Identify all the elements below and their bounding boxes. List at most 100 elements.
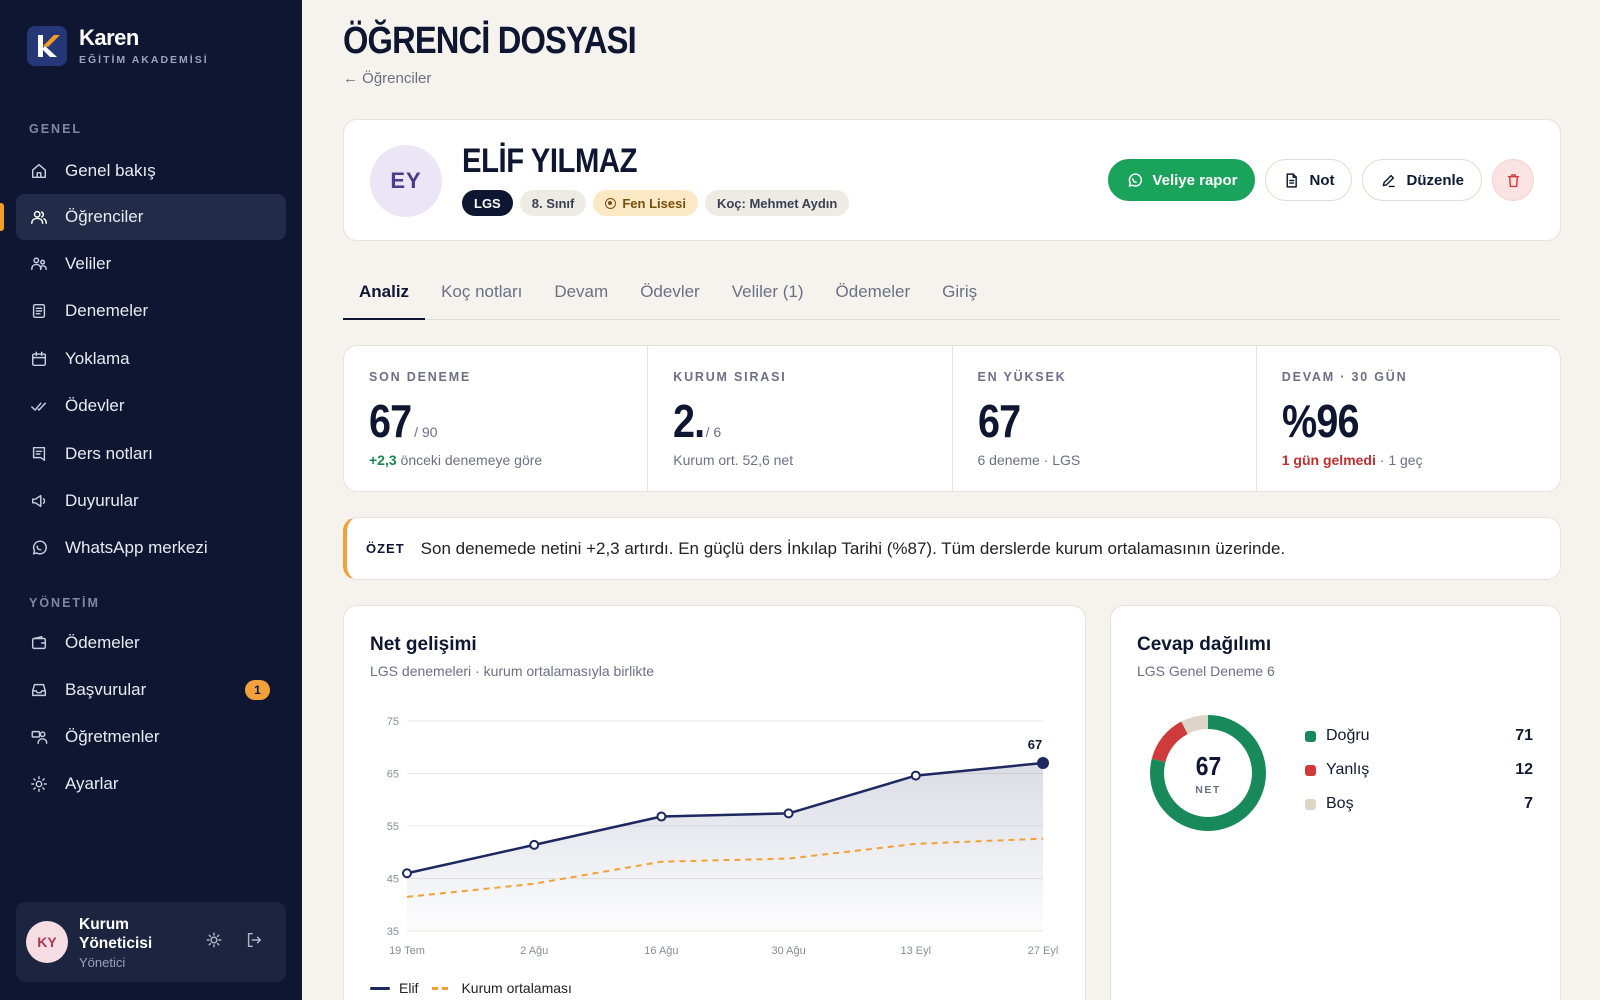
distribution-row: Doğru 71 xyxy=(1305,719,1533,753)
add-note-button[interactable]: Not xyxy=(1265,159,1353,201)
x-tick-label: 13 Eyl xyxy=(901,945,932,957)
sidebar-item-label: Veliler xyxy=(65,254,112,273)
student-point xyxy=(656,811,667,822)
legend-item-average: Kurum ortalaması xyxy=(432,980,572,996)
sidebar-item-announcements[interactable]: Duyurular xyxy=(16,478,286,524)
distribution-row: Yanlış 12 xyxy=(1305,753,1533,787)
sidebar-item-overview[interactable]: Genel bakış xyxy=(16,148,286,194)
sidebar-item-label: Ayarlar xyxy=(65,774,119,793)
sidebar-item-attendance[interactable]: Yoklama xyxy=(16,336,286,382)
stat-value: %96 xyxy=(1281,395,1359,447)
back-to-students-link[interactable]: ← Öğrenciler xyxy=(343,70,431,87)
latest-value-label: 67 xyxy=(1028,737,1042,752)
stat-unit: / 90 xyxy=(414,424,438,440)
theme-toggle-sun-icon[interactable] xyxy=(205,931,223,954)
student-area-fill xyxy=(407,763,1043,931)
student-point xyxy=(529,839,540,850)
tab-coach-notes[interactable]: Koç notları xyxy=(425,270,538,320)
tab-payments[interactable]: Ödemeler xyxy=(820,270,927,320)
sidebar-item-teachers[interactable]: Öğretmenler xyxy=(16,714,286,760)
chart-legend: Elif Kurum ortalaması xyxy=(370,980,572,996)
brand-name: Karen xyxy=(79,24,139,50)
stat-last-exam: SON DENEME 67/ 90 +2,3 önceki denemeye g… xyxy=(344,346,649,491)
sidebar-item-homework[interactable]: Ödevler xyxy=(16,383,286,429)
distribution-swatch xyxy=(1305,730,1316,742)
distribution-list: Doğru 71 Yanlış 12 Boş 7 xyxy=(1305,719,1533,821)
summary-banner: ÖZET Son denemede netini +2,3 artırdı. E… xyxy=(343,517,1561,580)
stat-note: 6 deneme · LGS xyxy=(977,452,1081,468)
coach-chip: Koç: Mehmet Aydın xyxy=(704,190,850,216)
edit-button[interactable]: Düzenle xyxy=(1362,159,1482,201)
tab-parents[interactable]: Veliler (1) xyxy=(716,270,820,320)
y-tick-label: 45 xyxy=(387,874,399,886)
distribution-name: Doğru xyxy=(1326,727,1370,744)
delete-button[interactable] xyxy=(1492,159,1534,201)
sidebar-item-payments[interactable]: Ödemeler xyxy=(16,620,286,666)
chart-subtitle: LGS denemeleri · kurum ortalamasıyla bir… xyxy=(370,663,654,679)
note-icon xyxy=(1287,172,1298,188)
teacher-icon xyxy=(29,727,49,747)
x-tick-label: 19 Tem xyxy=(389,945,425,957)
student-point xyxy=(910,770,921,781)
sidebar-item-label: Ders notları xyxy=(65,444,153,463)
legend-swatch-solid xyxy=(370,986,390,990)
y-tick-label: 75 xyxy=(387,716,399,728)
exam-chip: LGS xyxy=(462,190,513,216)
stat-rank: KURUM SIRASI 2./ 6 Kurum ort. 52,6 net xyxy=(648,346,953,491)
sidebar-item-exams[interactable]: Denemeler xyxy=(16,288,286,334)
student-point xyxy=(402,868,412,879)
summary-tag: ÖZET xyxy=(366,541,405,556)
pencil-icon xyxy=(1383,174,1396,187)
parent-report-label: Veliye rapor xyxy=(1152,171,1238,189)
y-tick-label: 35 xyxy=(387,926,399,938)
document-icon xyxy=(29,301,49,321)
sidebar: Karen EĞİTİM AKADEMİSİ GENEL Genel bakış… xyxy=(0,0,302,1000)
add-note-label: Not xyxy=(1309,171,1335,189)
legend-item-student: Elif xyxy=(370,980,418,996)
target-school-chip: Fen Lisesi xyxy=(593,190,698,216)
student-name: ELİF YILMAZ xyxy=(462,142,638,180)
donut-net-value: 67 xyxy=(1195,750,1221,781)
trash-icon xyxy=(1507,173,1519,187)
student-point-latest xyxy=(1037,757,1049,769)
sidebar-item-applications[interactable]: Başvurular 1 xyxy=(16,667,286,713)
stat-note: Kurum ort. 52,6 net xyxy=(673,452,794,468)
sidebar-item-settings[interactable]: Ayarlar xyxy=(16,761,286,807)
sidebar-item-label: Ödemeler xyxy=(65,633,140,652)
tab-attendance[interactable]: Devam xyxy=(538,270,624,320)
sidebar-item-notes[interactable]: Ders notları xyxy=(16,431,286,477)
tab-analysis[interactable]: Analiz xyxy=(343,270,426,320)
student-point xyxy=(783,808,794,819)
student-avatar: EY xyxy=(370,145,442,217)
user-role: Yönetici xyxy=(79,954,126,970)
logout-icon[interactable] xyxy=(245,931,263,954)
distribution-subtitle: LGS Genel Deneme 6 xyxy=(1137,663,1275,679)
distribution-value: 12 xyxy=(1515,761,1533,778)
stat-value: 67 xyxy=(369,395,412,447)
sidebar-item-students[interactable]: Öğrenciler xyxy=(16,194,286,240)
parent-report-button[interactable]: Veliye rapor xyxy=(1108,159,1256,201)
tab-login[interactable]: Giriş xyxy=(926,270,993,320)
parents-icon xyxy=(29,254,49,274)
brand[interactable]: Karen EĞİTİM AKADEMİSİ xyxy=(27,26,209,66)
sidebar-item-whatsapp[interactable]: WhatsApp merkezi xyxy=(16,525,286,571)
stat-label: SON DENEME xyxy=(369,370,472,384)
x-tick-label: 30 Ağu xyxy=(771,945,805,957)
sidebar-item-label: Ödevler xyxy=(65,396,125,415)
stat-highest: EN YÜKSEK 67 6 deneme · LGS xyxy=(953,346,1257,491)
sidebar-item-parents[interactable]: Veliler xyxy=(16,241,286,287)
settings-icon xyxy=(29,774,49,794)
tab-homework[interactable]: Ödevler xyxy=(624,270,716,320)
edit-label: Düzenle xyxy=(1406,171,1464,189)
student-profile-card: EY ELİF YILMAZ LGS 8. Sınıf Fen Lisesi K… xyxy=(343,119,1561,241)
grade-chip: 8. Sınıf xyxy=(519,190,587,216)
sidebar-item-label: Denemeler xyxy=(65,301,149,320)
sidebar-item-label: Başvurular xyxy=(65,680,147,699)
stat-absence: 1 gün gelmedi xyxy=(1281,452,1376,468)
student-tabs: Analiz Koç notları Devam Ödevler Veliler… xyxy=(343,270,1561,320)
stats-card: SON DENEME 67/ 90 +2,3 önceki denemeye g… xyxy=(343,345,1561,492)
notes-icon xyxy=(29,444,49,464)
stat-label: EN YÜKSEK xyxy=(977,370,1067,384)
user-card: KY Kurum Yöneticisi Yönetici xyxy=(16,902,286,982)
sidebar-item-label: Duyurular xyxy=(65,491,139,510)
